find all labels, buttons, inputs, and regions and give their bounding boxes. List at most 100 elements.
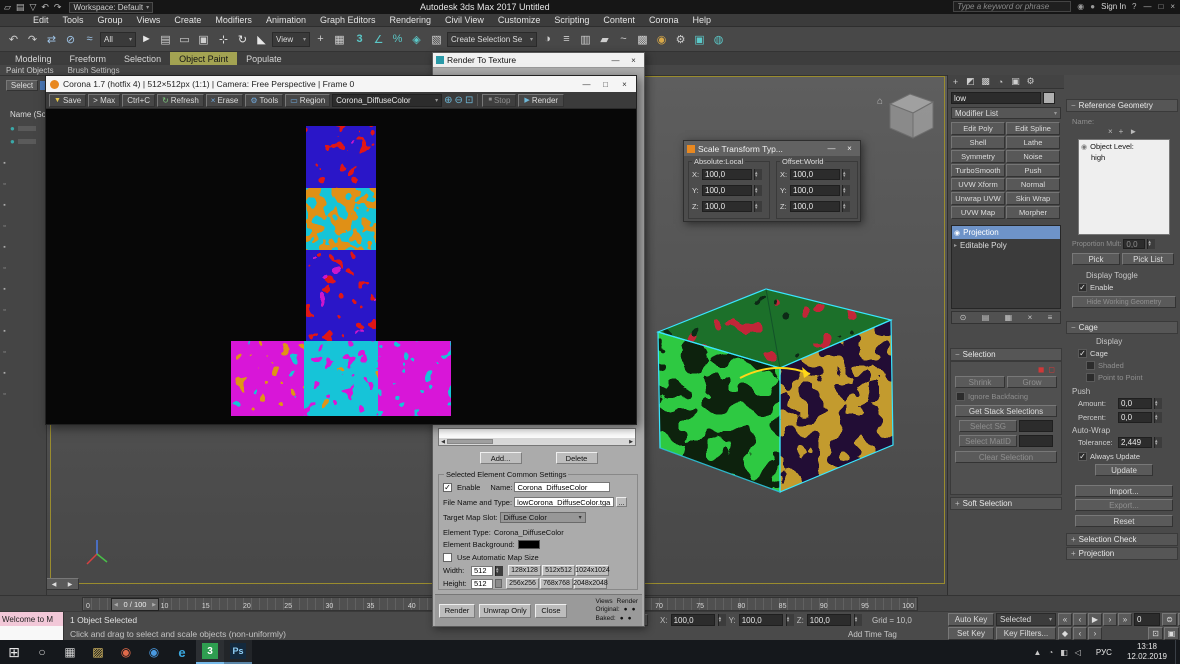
rendered-frame-icon[interactable]: ▣: [690, 30, 709, 49]
explorer-tool-icon[interactable]: ▪: [3, 286, 5, 293]
select-manipulate-icon[interactable]: +: [311, 30, 330, 49]
render-production-icon[interactable]: ◍: [709, 30, 728, 49]
explorer-row[interactable]: ●: [10, 137, 36, 146]
shrink-button[interactable]: Shrink: [955, 376, 1005, 388]
select-sg-button[interactable]: Select SG: [959, 420, 1017, 432]
sign-in-label[interactable]: Sign In: [1101, 2, 1126, 11]
file-name-field[interactable]: lowCorona_DiffuseColor.tga: [514, 497, 614, 507]
explorer-tool-icon[interactable]: ▪: [3, 244, 5, 251]
baked-views-radio[interactable]: ●: [620, 615, 624, 623]
reset-button[interactable]: Reset: [1075, 515, 1173, 527]
select-rotate-icon[interactable]: ↻: [233, 30, 252, 49]
explorer-tool-icon[interactable]: ▫: [3, 265, 5, 272]
modifier-button[interactable]: Morpher: [1006, 206, 1060, 219]
percent-snap-icon[interactable]: %: [388, 30, 407, 49]
minimize-icon[interactable]: —: [824, 142, 839, 156]
explorer-tool-icon[interactable]: ▪: [3, 328, 5, 335]
reference-geometry-rollout-header[interactable]: Reference Geometry: [1066, 99, 1178, 112]
previous-frame-icon[interactable]: ‹: [1073, 613, 1087, 626]
explorer-row[interactable]: ●: [10, 124, 36, 133]
viewcube[interactable]: ⌂: [875, 86, 945, 150]
coord-y-field[interactable]: 100,0: [739, 614, 783, 626]
width-field[interactable]: 512: [471, 566, 493, 576]
modifier-button[interactable]: Skin Wrap: [1006, 192, 1060, 205]
ribbon-tab-freeform[interactable]: Freeform: [61, 52, 116, 65]
percent-field[interactable]: 0,0: [1118, 412, 1152, 423]
ribbon-toggle-icon[interactable]: ▰: [595, 30, 614, 49]
menu-item[interactable]: Modifiers: [208, 14, 259, 27]
schematic-view-icon[interactable]: ▩: [633, 30, 652, 49]
hide-working-geometry-button[interactable]: Hide Working Geometry: [1072, 296, 1176, 308]
rtt-element-list[interactable]: ◀ ▶: [438, 428, 636, 446]
explorer-tool-icon[interactable]: ▫: [3, 391, 5, 398]
pick-mode-icon[interactable]: ►: [1129, 127, 1137, 136]
configure-modifier-sets-icon[interactable]: ≡: [1048, 313, 1053, 322]
stop-render-button[interactable]: ■ Stop: [482, 94, 516, 107]
original-render-radio[interactable]: ●: [632, 606, 636, 614]
auto-key-button[interactable]: Auto Key: [948, 613, 994, 626]
select-scale-icon[interactable]: ◣: [252, 30, 271, 49]
user-icon[interactable]: ●: [1090, 2, 1095, 11]
ribbon-panel-brush-settings[interactable]: Brush Settings: [68, 66, 120, 75]
chrome-icon[interactable]: ◉: [112, 640, 140, 664]
offset-y-field[interactable]: 100,0: [790, 185, 840, 196]
soft-selection-rollout-header[interactable]: Soft Selection: [950, 497, 1062, 510]
scroll-left-icon[interactable]: ◀: [52, 581, 57, 588]
hierarchy-tab-icon[interactable]: ▩: [978, 75, 993, 88]
explorer-tool-icon[interactable]: ▪: [3, 202, 5, 209]
import-button[interactable]: Import...: [1075, 485, 1173, 497]
modifier-button[interactable]: Push: [1006, 164, 1060, 177]
modifier-button[interactable]: Unwrap UVW: [951, 192, 1005, 205]
visibility-eye-icon[interactable]: ◉: [954, 229, 960, 237]
ribbon-tab-populate[interactable]: Populate: [237, 52, 291, 65]
photoshop-taskbar-button[interactable]: Ps: [224, 640, 252, 664]
new-scene-icon[interactable]: ▱: [4, 2, 11, 13]
menu-item[interactable]: Help: [685, 14, 718, 27]
width-spinner[interactable]: [495, 566, 503, 576]
display-enable-checkbox[interactable]: [1078, 283, 1087, 292]
bind-spacewarp-icon[interactable]: ≈: [80, 30, 99, 49]
rect-selection-region-icon[interactable]: ▭: [175, 30, 194, 49]
element-subobject-icon[interactable]: ◻: [1048, 365, 1055, 374]
time-slider-handle[interactable]: ◀ 0 / 100 ▶: [111, 598, 159, 611]
unlink-icon[interactable]: ⊘: [61, 30, 80, 49]
close-icon[interactable]: ×: [842, 142, 857, 156]
communication-center-icon[interactable]: ◉: [1077, 2, 1084, 11]
modifier-button[interactable]: TurboSmooth: [951, 164, 1005, 177]
menu-item[interactable]: Corona: [642, 14, 686, 27]
menu-item[interactable]: Graph Editors: [313, 14, 383, 27]
pin-stack-icon[interactable]: ⊙: [960, 313, 967, 322]
curve-editor-icon[interactable]: ~: [614, 30, 633, 49]
enable-checkbox[interactable]: [443, 483, 452, 492]
modifier-button[interactable]: Lathe: [1006, 136, 1060, 149]
close-icon[interactable]: ×: [617, 77, 632, 91]
modifier-button[interactable]: UVW Xform: [951, 178, 1005, 191]
offset-y-spinner[interactable]: [842, 185, 850, 196]
map-size-button[interactable]: 512x512: [542, 565, 575, 576]
tools-button[interactable]: ⚙ Tools: [245, 94, 283, 107]
pan-view-icon[interactable]: ⊜: [1162, 613, 1177, 626]
network-icon[interactable]: ◧: [1060, 648, 1068, 657]
maximize-viewport-icon[interactable]: ▣: [1164, 627, 1179, 640]
ribbon-tab-modeling[interactable]: Modeling: [6, 52, 61, 65]
open-file-icon[interactable]: ▤: [16, 2, 25, 13]
listener-pink-row[interactable]: Welcome to M: [0, 612, 63, 626]
unwrap-only-button[interactable]: Unwrap Only: [479, 604, 531, 618]
explorer-column-header[interactable]: Name (So: [10, 110, 46, 119]
original-views-radio[interactable]: ●: [624, 606, 628, 614]
snap-toggle-icon[interactable]: 3: [350, 30, 369, 49]
coord-z-field[interactable]: 100,0: [807, 614, 851, 626]
modify-tab-icon[interactable]: ◩: [963, 75, 978, 88]
spinner-snap-icon[interactable]: ◈: [407, 30, 426, 49]
maxscript-mini-listener[interactable]: Welcome to M: [0, 612, 64, 641]
set-key-button[interactable]: Set Key: [948, 627, 994, 640]
previous-key-icon[interactable]: ‹: [1073, 627, 1087, 640]
explorer-tool-icon[interactable]: ▪: [3, 370, 5, 377]
absolute-y-spinner[interactable]: [754, 185, 762, 196]
render-button[interactable]: Render: [439, 604, 475, 618]
play-animation-icon[interactable]: ▶: [1088, 613, 1102, 626]
current-frame-field[interactable]: 0: [1134, 613, 1160, 626]
rtt-title-bar[interactable]: Render To Texture — ×: [433, 53, 644, 68]
pick-button[interactable]: Pick: [1072, 253, 1120, 265]
pick-list-button[interactable]: Pick List: [1122, 253, 1174, 265]
